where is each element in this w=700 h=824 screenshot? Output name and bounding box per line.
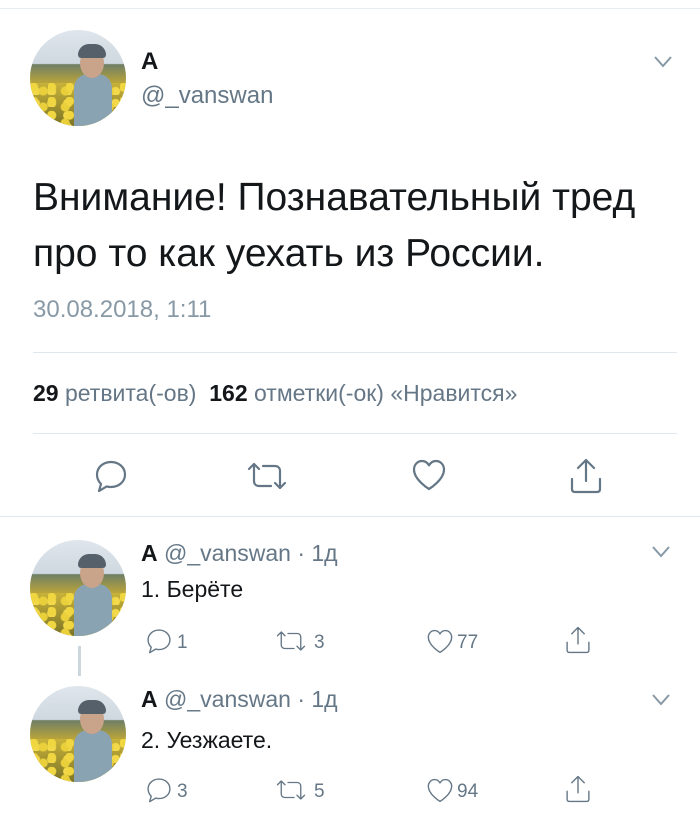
reply-count: 3 — [177, 781, 188, 802]
share-icon[interactable] — [564, 774, 592, 804]
like-count: 77 — [457, 632, 479, 653]
tweet-text: Внимание! Познавательный тред про то как… — [33, 170, 673, 282]
retweet-icon[interactable] — [274, 778, 308, 802]
reply-header: А @_vanswan · 1д — [141, 540, 338, 567]
chevron-down-icon[interactable] — [652, 546, 670, 558]
share-icon[interactable] — [568, 457, 604, 495]
reply-icon[interactable] — [145, 627, 173, 655]
top-divider — [0, 8, 700, 9]
author-handle[interactable]: @_vanswan — [164, 540, 291, 566]
retweet-count: 5 — [314, 781, 325, 802]
divider — [33, 352, 677, 353]
reply-text: 1. Берёте — [141, 576, 244, 602]
like-label[interactable]: отметки(-ок) «Нравится» — [254, 380, 517, 406]
reply-time[interactable]: · 1д — [297, 540, 337, 566]
author-name[interactable]: А — [141, 48, 158, 76]
chevron-down-icon[interactable] — [654, 56, 672, 68]
reply-count: 1 — [177, 632, 188, 653]
chevron-down-icon[interactable] — [652, 694, 670, 706]
share-icon[interactable] — [564, 625, 592, 655]
tweet-stats: 29 ретвита(-ов) 162 отметки(-ок) «Нравит… — [33, 380, 517, 407]
like-count: 94 — [457, 781, 479, 802]
tweet-text-line: про то как уехать из России. — [33, 232, 545, 275]
like-icon[interactable] — [411, 458, 447, 492]
tweet-timestamp[interactable]: 30.08.2018, 1:11 — [33, 296, 211, 324]
tweet-text-line: Внимание! Познавательный тред — [33, 176, 636, 219]
author-name[interactable]: А — [141, 540, 158, 566]
thread-connector — [78, 646, 81, 676]
reply-icon[interactable] — [93, 458, 129, 494]
divider — [33, 433, 677, 434]
author-name[interactable]: А — [141, 686, 158, 712]
retweet-count: 3 — [314, 632, 325, 653]
author-handle[interactable]: @_vanswan — [164, 686, 291, 712]
like-icon[interactable] — [426, 628, 454, 655]
reply-icon[interactable] — [145, 776, 173, 804]
retweet-icon[interactable] — [245, 460, 289, 492]
divider — [0, 516, 700, 517]
like-icon[interactable] — [426, 777, 454, 804]
retweet-label[interactable]: ретвита(-ов) — [65, 380, 196, 406]
retweet-icon[interactable] — [274, 629, 308, 653]
reply-header: А @_vanswan · 1д — [141, 686, 338, 713]
avatar[interactable] — [30, 540, 126, 636]
avatar[interactable] — [30, 686, 126, 782]
retweet-count[interactable]: 29 — [33, 380, 59, 406]
author-handle[interactable]: @_vanswan — [141, 82, 273, 110]
reply-text: 2. Уезжаете. — [141, 727, 273, 753]
like-count[interactable]: 162 — [209, 380, 247, 406]
avatar[interactable] — [30, 30, 126, 126]
reply-time[interactable]: · 1д — [297, 686, 337, 712]
